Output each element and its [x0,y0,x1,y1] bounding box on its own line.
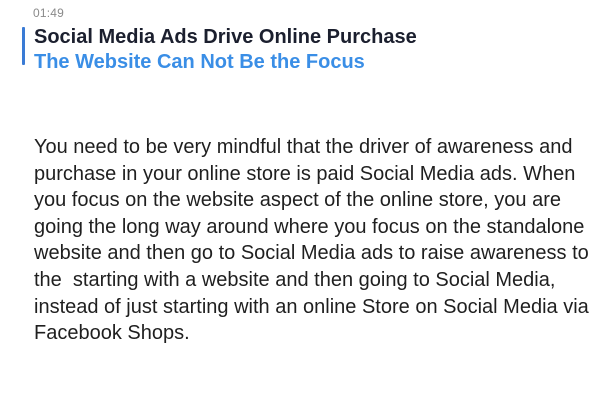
slide-subtitle: The Website Can Not Be the Focus [34,51,365,73]
slide: 01:49 Social Media Ads Drive Online Purc… [0,0,600,400]
accent-bar [22,27,25,65]
timestamp: 01:49 [33,6,65,20]
slide-title: Social Media Ads Drive Online Purchase [34,26,417,48]
body-paragraph: You need to be very mindful that the dri… [34,136,595,345]
